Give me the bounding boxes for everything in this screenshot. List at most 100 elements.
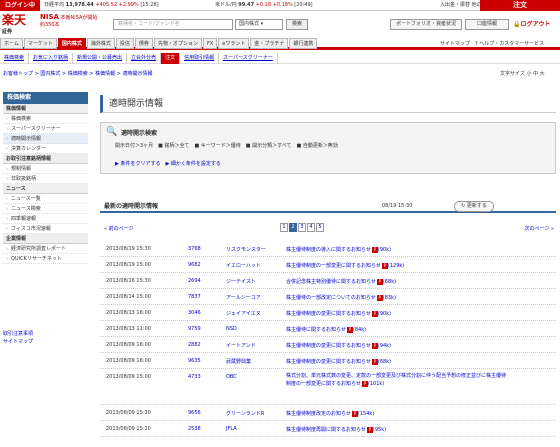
nav-bank[interactable]: 銀行連携 (289, 38, 318, 49)
nav-domestic-stock[interactable]: 国内株式 (57, 38, 86, 49)
logout-button[interactable]: 🔒ログアウト (513, 19, 558, 30)
sidebar-link-caution[interactable]: 取引注意事項 (3, 330, 33, 338)
sidebar-section-stock-info: 株価情報 (3, 104, 88, 114)
subnav-order[interactable]: 注文 (161, 53, 181, 64)
row-company[interactable]: ジーテイスト (226, 278, 256, 285)
row-title[interactable]: 株主優待に関するお知らせ P (84k) (286, 326, 366, 333)
rakuten-logo[interactable]: 楽天 証券 (2, 14, 36, 36)
prev-page-link[interactable]: « 前のページ (104, 225, 134, 232)
row-title[interactable]: 株主優待制度の変更に関するお知らせ P (90k) (286, 310, 391, 317)
search-input[interactable]: 銘柄名・コード/ファンド名 (113, 19, 233, 30)
subnav-ipo[interactable]: 新規公開・公募売出 (73, 53, 128, 64)
search-conditions: 開示日付＞3ヶ月 ■ 銘柄＞全て ■ キーワード＞優待 ■ 開示分類＞すべて ■… (115, 143, 338, 149)
page-5[interactable]: 5 (316, 223, 324, 232)
row-company[interactable]: イートアンド (226, 342, 256, 349)
subnav-margin[interactable]: 信用取引情報 (180, 53, 220, 64)
sidebar-item-stock-search[interactable]: 株価検索 (3, 114, 88, 124)
row-code[interactable]: 3046 (188, 310, 201, 316)
nav-ewarrant[interactable]: eワラント (218, 38, 250, 49)
sidebar-section-news: ニュース (3, 184, 88, 194)
search-button[interactable]: 検索 (286, 19, 308, 30)
page-2: 2 (289, 223, 297, 232)
row-date: 2013/08/13 11:00 (106, 326, 151, 332)
row-title[interactable]: 株主優待制度の導入に関するお知らせ P (90k) (286, 246, 391, 253)
nav-bonds[interactable]: 債券 (134, 38, 153, 49)
nav-foreign-stock[interactable]: 海外株式 (86, 38, 115, 49)
row-title[interactable]: 株式分割、単元株式数の変更、定款の一部変更及び株式分割に伴う配当予想の修正並びに… (286, 372, 506, 388)
portfolio-button[interactable]: ポートフォリオ・資産状況 (390, 19, 462, 30)
sidebar-item-regulation[interactable]: 規制情報 (3, 164, 88, 174)
next-page-link[interactable]: 次のページ » (524, 225, 554, 232)
sidebar-item-fisco[interactable]: フィスコ市況速報 (3, 224, 88, 234)
row-code[interactable]: 9759 (188, 326, 201, 332)
subnav-screener[interactable]: スーパースクリーナー (219, 53, 278, 64)
row-company[interactable]: イエローハット (226, 262, 261, 269)
row-code[interactable]: 9635 (188, 358, 201, 364)
nav-home[interactable]: ホーム (0, 38, 23, 49)
font-size-control[interactable]: 文字サイズ 小 中 大 (500, 70, 545, 77)
row-title[interactable]: 株主優待制度再開に関するお知らせ P (95k) (286, 426, 386, 433)
nav-futures[interactable]: 先物・オプション (153, 38, 202, 49)
nav-gold[interactable]: 金・プラチナ (250, 38, 289, 49)
sidebar-item-quick-research[interactable]: QUICKリサーチネット (3, 254, 88, 264)
account-button[interactable]: 口座情報 (465, 19, 509, 30)
clear-conditions-link[interactable]: 条件をクリアする (120, 161, 160, 167)
row-title[interactable]: 株主優待制度改定のお知らせ P (154k) (286, 410, 374, 417)
sidebar-item-disclosure[interactable]: 適時開示情報 (3, 134, 88, 144)
sidebar-link-sitemap[interactable]: サイトマップ (3, 338, 33, 346)
table-row: 2013/08/09 15:00 4733 OBC 株式分割、単元株式数の変更、定款の… (100, 369, 556, 405)
row-code[interactable]: 2538 (188, 426, 201, 432)
sidebar-item-news-list[interactable]: ニュース一覧 (3, 194, 88, 204)
nav-fx[interactable]: FX (202, 38, 218, 49)
sub-nav: 株価検索 お気に入り銘柄 新規公開・公募売出 立会外分売 注文 信用取引情報 スーパースクリ… (0, 53, 560, 64)
subnav-offfloor[interactable]: 立会外分売 (127, 53, 162, 64)
subnav-stock-search[interactable]: 株価検索 (0, 53, 30, 64)
subnav-favorites[interactable]: お気に入り銘柄 (29, 53, 74, 64)
page-4[interactable]: 4 (307, 223, 315, 232)
page-3[interactable]: 3 (298, 223, 306, 232)
nisa-banner[interactable]: NISA 本番NISAが開始 約350本 (40, 14, 102, 36)
row-code[interactable]: 4733 (188, 374, 201, 380)
sidebar-item-screener[interactable]: スーパースクリーナー (3, 124, 88, 134)
help-link[interactable]: ヘルプ・カスタマーサービス (479, 41, 544, 47)
row-company[interactable]: JFLA (226, 426, 237, 432)
table-row: 2013/08/09 16:00 2882 イートアンド 株主優待制度の変更に関するお… (100, 337, 556, 353)
row-code[interactable]: 2694 (188, 278, 201, 284)
sidebar-item-shikiho[interactable]: 四季報速報 (3, 214, 88, 224)
page-1[interactable]: 1 (280, 223, 288, 232)
row-company[interactable]: アールシーコア (226, 294, 261, 301)
nav-market[interactable]: マーケット (23, 38, 57, 49)
refresh-button[interactable]: ↻ 更新する (454, 201, 494, 212)
row-code[interactable]: 9682 (188, 262, 201, 268)
row-company[interactable]: NSD (226, 326, 237, 332)
market-select[interactable]: 国内株式 ▾ (235, 19, 283, 30)
nav-funds[interactable]: 投信 (115, 38, 134, 49)
sidebar-item-news-search[interactable]: ニュース検索 (3, 204, 88, 214)
row-code[interactable]: 3768 (188, 246, 201, 252)
table-row: 2013/08/09 15:20 2538 JFLA 株主優待制度再開に関するお知らせ… (100, 421, 556, 437)
sidebar-item-non-handled[interactable]: 非取扱銘柄 (3, 174, 88, 184)
detail-conditions-link[interactable]: 細かく条件を設定する (171, 161, 221, 167)
row-company[interactable]: 武蔵野興業 (226, 358, 251, 365)
sitemap-link[interactable]: サイトマップ (440, 41, 470, 47)
table-row: 2013/08/16 15:30 2694 ジーテイスト 合併記念株主特別優待に関する… (100, 273, 556, 289)
row-company[interactable]: ジェイアイエヌ (226, 310, 261, 317)
sidebar-section-caution: お取引注意銘柄情報 (3, 154, 88, 164)
breadcrumb[interactable]: お客様トップ > 国内株式 > 株価検索 > 株価情報 > 適時開示情報 (3, 70, 152, 77)
row-title[interactable]: 株主優待制度の変更に関するお知らせ P (94k) (286, 342, 391, 349)
sidebar-item-research-report[interactable]: 経済研究所調査レポート (3, 244, 88, 254)
row-title[interactable]: 合併記念株主特別優待に関するお知らせ P (68k) (286, 278, 396, 285)
ticker-nikkei: 日経平均 13,978.44 +405.52 +2.99% [15:28] (44, 2, 159, 8)
order-button[interactable]: 注文 (480, 0, 560, 11)
row-company[interactable]: OBC (226, 374, 237, 380)
row-title[interactable]: 株主優待の一部改定についてのお知らせ P (83k) (286, 294, 396, 301)
row-code[interactable]: 2882 (188, 342, 201, 348)
row-title[interactable]: 株主優待制度の変更に関するお知らせ P (68k) (286, 358, 391, 365)
row-code[interactable]: 9656 (188, 410, 201, 416)
row-company[interactable]: グリーンランドR (226, 410, 264, 417)
sidebar-item-earnings-calendar[interactable]: 決算カレンダー (3, 144, 88, 154)
row-title[interactable]: 株主優待制度の一部変更に関するお知らせ P (129k) (286, 262, 404, 269)
table-row: 2013/08/13 11:00 9759 NSD 株主優待に関するお知らせ P (84k… (100, 321, 556, 337)
row-code[interactable]: 7837 (188, 294, 201, 300)
row-company[interactable]: リスクモンスター (226, 246, 266, 253)
